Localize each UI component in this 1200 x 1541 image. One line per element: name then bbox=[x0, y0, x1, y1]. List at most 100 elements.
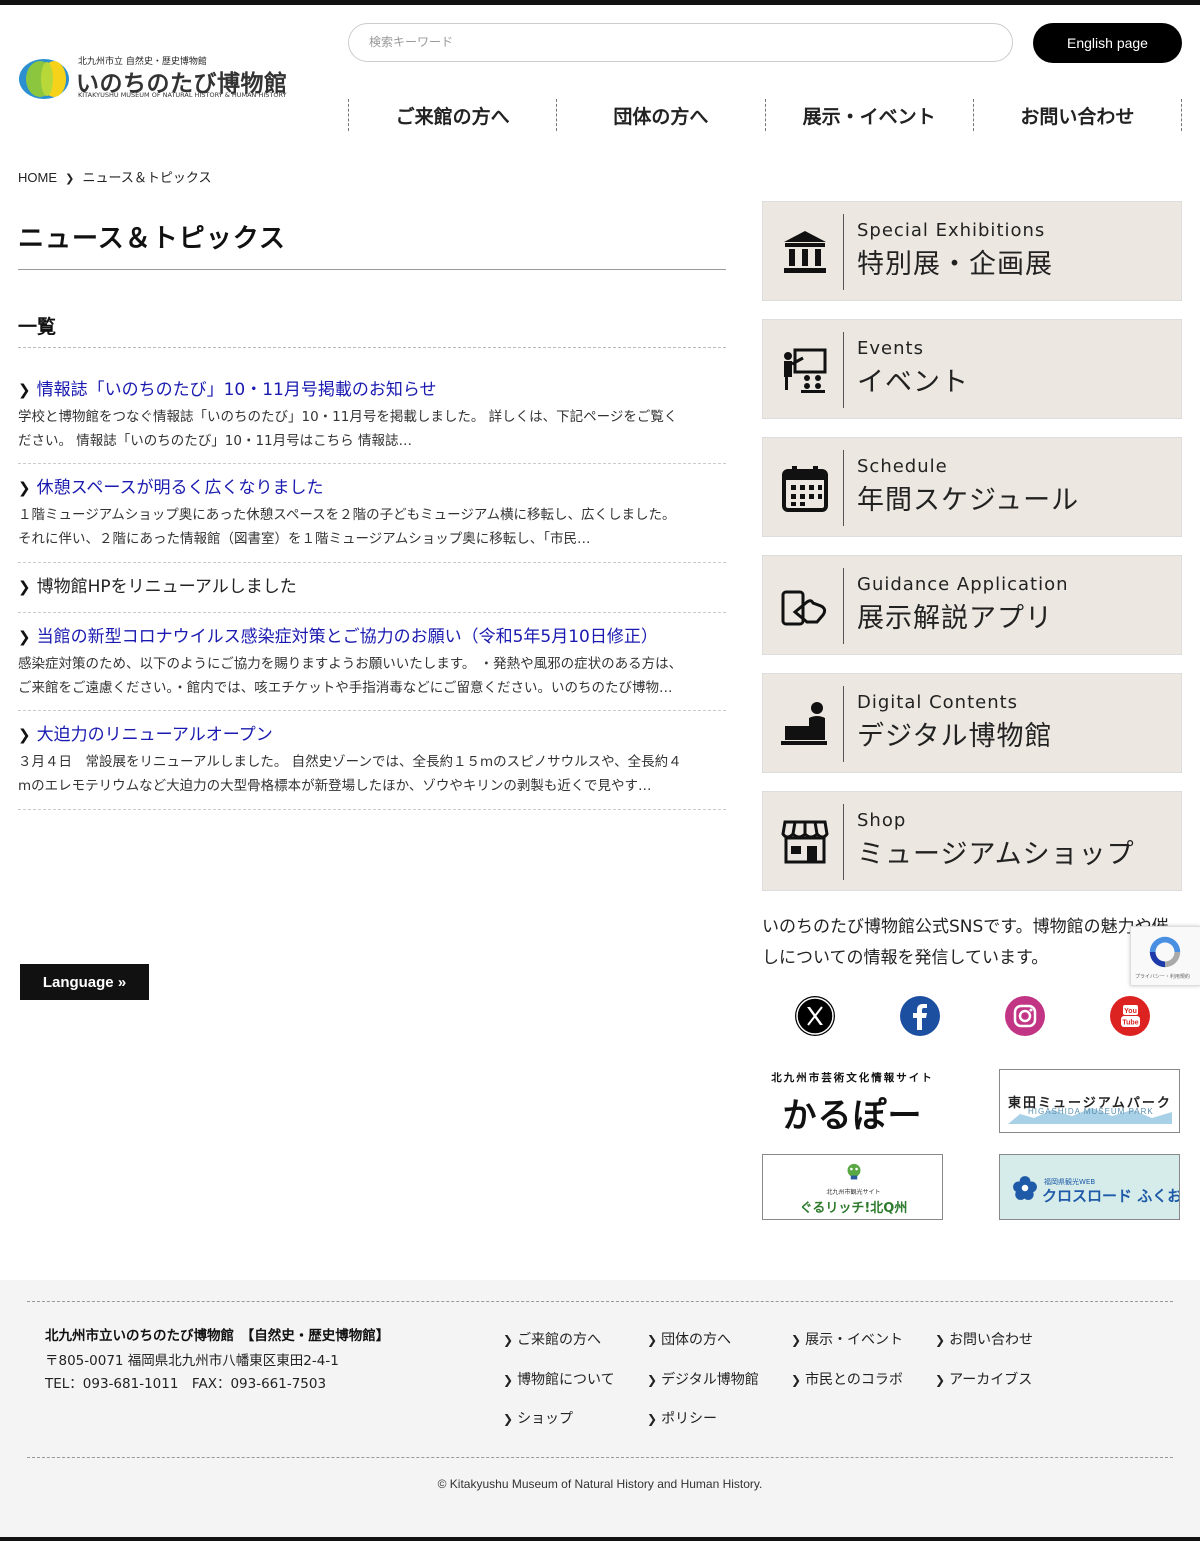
sidebar-divider bbox=[843, 450, 844, 526]
mascot-icon bbox=[847, 1163, 861, 1180]
sidebar-button-en: Schedule bbox=[857, 456, 948, 477]
footer-link-label: デジタル博物館 bbox=[661, 1372, 759, 1388]
facebook-logo bbox=[913, 1004, 927, 1030]
footer-divider bbox=[27, 1301, 1173, 1302]
sidebar-button-en: Special Exhibitions bbox=[857, 220, 1046, 241]
page-title: ニュース＆トピックス bbox=[18, 224, 286, 254]
sidebar-button-jp: 年間スケジュール bbox=[857, 485, 1080, 516]
sidebar-divider bbox=[843, 332, 844, 408]
banner-caption: 北九州市芸術文化情報サイト bbox=[771, 1072, 934, 1084]
youtube-icon[interactable]: You Tube bbox=[1110, 996, 1150, 1036]
chevron-right-icon: ❯ bbox=[647, 1333, 658, 1347]
sidebar-special-exhibitions[interactable]: Special Exhibitions 特別展・企画展 bbox=[762, 201, 1182, 301]
sidebar-button-en: Shop bbox=[857, 810, 907, 831]
footer-link-label: 博物館について bbox=[517, 1372, 615, 1388]
banner-karupo[interactable]: 北九州市芸術文化情報サイト かるぽー bbox=[762, 1068, 943, 1132]
banner-higashida[interactable]: 東田ミュージアムパーク HIGASHIDA MUSEUM PARK bbox=[999, 1069, 1180, 1133]
facebook-icon[interactable] bbox=[900, 996, 940, 1036]
footer-link-digital[interactable]: ❯ デジタル博物館 bbox=[647, 1369, 759, 1389]
news-title-link[interactable]: ❯ 情報誌「いのちのたび」10・11月号掲載のお知らせ bbox=[18, 379, 726, 401]
footer-link-label: ご来館の方へ bbox=[517, 1332, 602, 1348]
breadcrumb-separator-icon: ❯ bbox=[65, 172, 75, 185]
banner-title: かるぽー bbox=[782, 1096, 923, 1132]
museum-icon bbox=[784, 231, 826, 273]
footer-link-shop[interactable]: ❯ ショップ bbox=[503, 1408, 573, 1428]
sidebar-divider bbox=[843, 214, 844, 290]
sidebar-button-en: Digital Contents bbox=[857, 692, 1019, 713]
news-title-link[interactable]: ❯ 休憩スペースが明るく広くなりました bbox=[18, 477, 726, 499]
footer-link-groups[interactable]: ❯ 団体の方へ bbox=[647, 1329, 731, 1349]
instagram-icon[interactable] bbox=[1005, 996, 1045, 1036]
news-title-link[interactable]: ❯ 博物館HPをリニューアルしました bbox=[18, 576, 726, 598]
banner-gururich[interactable]: 北九州市観光サイト ぐるリッチ!北Q州 bbox=[762, 1154, 943, 1220]
bottom-border bbox=[0, 1537, 1200, 1541]
news-item: ❯ 当館の新型コロナウイルス感染症対策とご協力のお願い（令和5年5月10日修正） … bbox=[18, 613, 726, 711]
news-item: ❯ 大迫力のリニューアルオープン ３月４日 常設展をリニューアルしました。 自然史… bbox=[18, 711, 726, 810]
chevron-right-icon: ❯ bbox=[647, 1412, 658, 1426]
breadcrumb: HOME ❯ ニュース＆トピックス bbox=[18, 167, 211, 186]
recaptcha-text: プライバシー・利用規約 bbox=[1135, 974, 1190, 980]
search-input[interactable] bbox=[367, 34, 991, 50]
sidebar-divider bbox=[843, 568, 844, 644]
footer-link-visitors[interactable]: ❯ ご来館の方へ bbox=[503, 1329, 601, 1349]
footer-link-contact[interactable]: ❯ お問い合わせ bbox=[935, 1329, 1033, 1349]
shop-icon bbox=[781, 820, 829, 864]
chevron-right-icon: ❯ bbox=[791, 1333, 802, 1347]
footer-link-collab[interactable]: ❯ 市民とのコラボ bbox=[791, 1369, 903, 1389]
footer-link-label: アーカイブス bbox=[949, 1372, 1033, 1388]
excerpt-line: ださい。 情報誌「いのちのたび」10・11月号はこちら 情報誌… bbox=[18, 433, 412, 449]
sidebar-divider bbox=[843, 804, 844, 880]
news-title: 博物館HPをリニューアルしました bbox=[36, 577, 297, 597]
site-logo[interactable]: 北九州市立 自然史・歴史博物館 いのちのたび博物館 KITAKYUSHU MUS… bbox=[18, 54, 308, 102]
news-title: 大迫力のリニューアルオープン bbox=[36, 725, 273, 745]
sidebar-guidance-app[interactable]: Guidance Application 展示解説アプリ bbox=[762, 555, 1182, 655]
logo-mark-icon bbox=[19, 59, 69, 99]
sidebar-digital-contents[interactable]: Digital Contents デジタル博物館 bbox=[762, 673, 1182, 773]
svg-text:Tube: Tube bbox=[1122, 1020, 1138, 1027]
chevron-right-icon: ❯ bbox=[18, 726, 31, 744]
sidebar-divider bbox=[843, 686, 844, 762]
laptop-user-icon bbox=[781, 702, 827, 745]
excerpt-line: ご来館をご遠慮ください。・館内では、咳エチケットや手指消毒などにご留意ください。… bbox=[18, 680, 673, 696]
news-title-link[interactable]: ❯ 大迫力のリニューアルオープン bbox=[18, 724, 726, 746]
news-excerpt: ３月４日 常設展をリニューアルしました。 自然史ゾーンでは、全長約１５mのスピノ… bbox=[18, 750, 726, 798]
global-nav: ご来館の方へ 団体の方へ 展示・イベント お問い合わせ bbox=[348, 99, 1182, 131]
nav-contact[interactable]: お問い合わせ bbox=[972, 99, 1182, 131]
sns-description: いのちのたび博物館公式SNSです。博物館の魅力や催しについての情報を発信していま… bbox=[762, 917, 1169, 968]
breadcrumb-home[interactable]: HOME bbox=[18, 170, 57, 185]
sidebar-events[interactable]: Events イベント bbox=[762, 319, 1182, 419]
english-page-button[interactable]: English page bbox=[1033, 23, 1182, 63]
chevron-right-icon: ❯ bbox=[503, 1333, 514, 1347]
sidebar-button-jp: 展示解説アプリ bbox=[857, 603, 1053, 634]
footer-link-label: ポリシー bbox=[661, 1411, 718, 1427]
svg-text:You: You bbox=[1124, 1008, 1137, 1015]
news-title-link[interactable]: ❯ 当館の新型コロナウイルス感染症対策とご協力のお願い（令和5年5月10日修正） bbox=[18, 626, 726, 648]
top-border bbox=[0, 0, 1200, 5]
sidebar-shop[interactable]: Shop ミュージアムショップ bbox=[762, 791, 1182, 891]
news-title: 情報誌「いのちのたび」10・11月号掲載のお知らせ bbox=[36, 380, 437, 400]
footer-link-about[interactable]: ❯ 博物館について bbox=[503, 1369, 615, 1389]
nav-exhibitions[interactable]: 展示・イベント bbox=[764, 99, 973, 131]
footer-link-policy[interactable]: ❯ ポリシー bbox=[647, 1408, 717, 1428]
footer-link-archives[interactable]: ❯ アーカイブス bbox=[935, 1369, 1032, 1389]
banner-crossroad-fukuoka[interactable]: 福岡県観光WEB クロスロード ふくおか bbox=[999, 1154, 1180, 1220]
list-divider bbox=[18, 347, 726, 348]
recaptcha-badge[interactable]: プライバシー・利用規約 bbox=[1130, 926, 1200, 986]
calendar-icon bbox=[782, 466, 828, 512]
sidebar-button-jp: イベント bbox=[857, 367, 969, 398]
nav-visitors[interactable]: ご来館の方へ bbox=[348, 99, 556, 131]
banner-title: クロスロード ふくおか bbox=[1042, 1187, 1179, 1205]
sidebar-schedule[interactable]: Schedule 年間スケジュール bbox=[762, 437, 1182, 537]
breadcrumb-current: ニュース＆トピックス bbox=[82, 171, 212, 186]
news-item: ❯ 博物館HPをリニューアルしました bbox=[18, 563, 726, 613]
chevron-right-icon: ❯ bbox=[935, 1333, 946, 1347]
smartphone-hand-icon bbox=[781, 590, 827, 626]
nav-groups[interactable]: 団体の方へ bbox=[556, 99, 764, 131]
footer-link-exhibitions[interactable]: ❯ 展示・イベント bbox=[791, 1329, 903, 1349]
banner-title: ぐるリッチ!北Q州 bbox=[799, 1201, 908, 1216]
excerpt-line: mのエレモテリウムなど大迫力の大型骨格標本が新登場したほか、ゾウやキリンの剥製も… bbox=[18, 778, 652, 794]
x-icon[interactable] bbox=[795, 996, 835, 1036]
footer-link-label: 市民とのコラボ bbox=[805, 1372, 903, 1388]
sidebar-button-en: Guidance Application bbox=[857, 574, 1069, 595]
language-button[interactable]: Language » bbox=[20, 964, 149, 1000]
